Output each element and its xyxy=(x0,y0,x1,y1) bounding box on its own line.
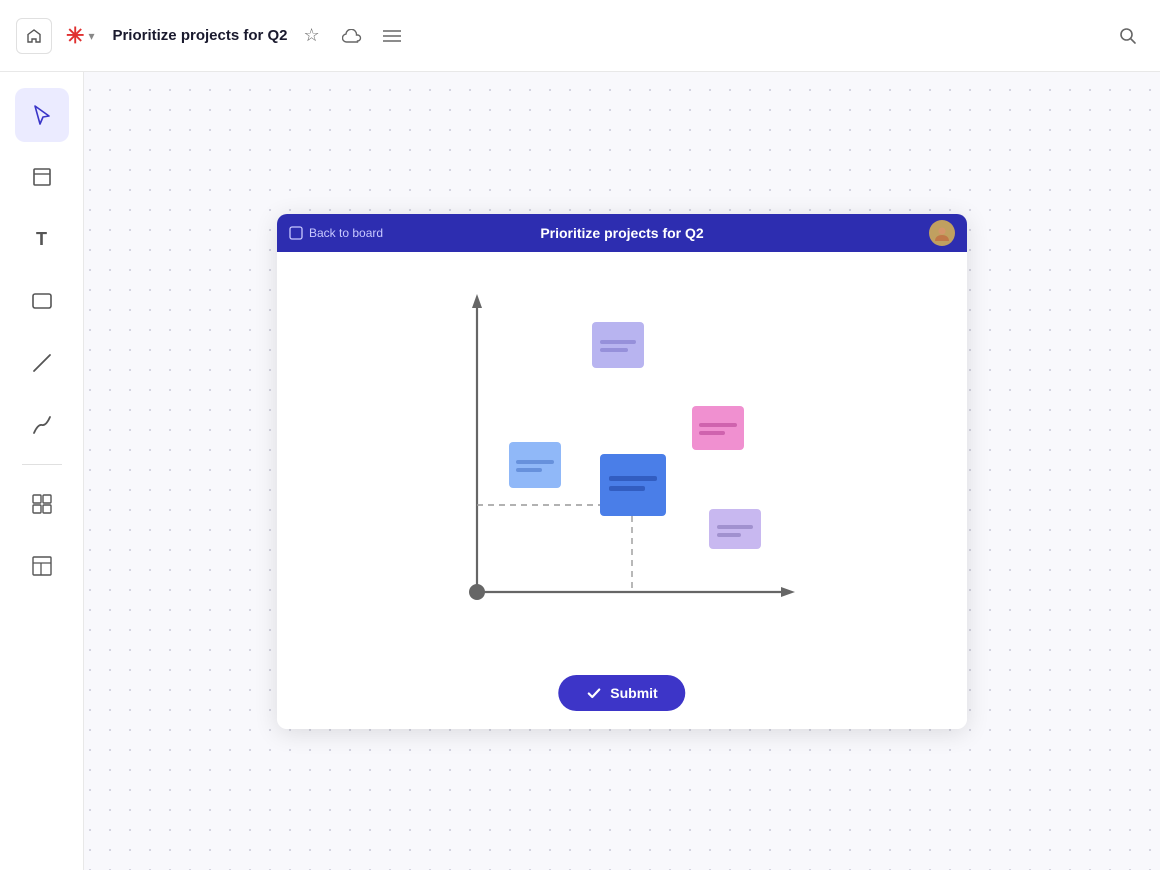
sidebar: T xyxy=(0,72,84,870)
board-avatar xyxy=(929,220,955,246)
tool-line[interactable] xyxy=(15,336,69,390)
tool-pen[interactable] xyxy=(15,398,69,452)
tool-select[interactable] xyxy=(15,88,69,142)
page-title: Prioritize projects for Q2 xyxy=(112,27,287,44)
sidebar-divider xyxy=(22,464,62,465)
logo-chevron-icon: ▾ xyxy=(88,29,94,43)
board-header: Back to board Prioritize projects for Q2 xyxy=(277,214,967,252)
tool-layout[interactable] xyxy=(15,539,69,593)
home-button[interactable] xyxy=(16,18,52,54)
cloud-button[interactable] xyxy=(336,20,368,52)
tool-frame[interactable] xyxy=(15,150,69,204)
canvas-area: Back to board Prioritize projects for Q2 xyxy=(84,72,1160,870)
text-tool-icon: T xyxy=(36,229,47,250)
chart-svg xyxy=(277,252,967,729)
sticky-note-5[interactable] xyxy=(709,509,761,549)
logo-asterisk-icon: ✳ xyxy=(66,23,84,49)
menu-button[interactable] xyxy=(376,20,408,52)
tool-grid[interactable] xyxy=(15,477,69,531)
sticky-note-4[interactable] xyxy=(692,406,744,450)
submit-check-icon xyxy=(586,685,602,701)
board-title: Prioritize projects for Q2 xyxy=(540,225,703,241)
sticky-note-3[interactable] xyxy=(600,454,666,516)
back-to-board-button[interactable]: Back to board xyxy=(289,226,383,240)
tool-rectangle[interactable] xyxy=(15,274,69,328)
topbar: ✳ ▾ Prioritize projects for Q2 ☆ xyxy=(0,0,1160,72)
sticky-note-2[interactable] xyxy=(509,442,561,488)
back-to-board-label: Back to board xyxy=(309,226,383,240)
submit-button[interactable]: Submit xyxy=(558,675,685,711)
board-content: Submit xyxy=(277,252,967,729)
star-button[interactable]: ☆ xyxy=(296,20,328,52)
submit-label: Submit xyxy=(610,685,657,701)
tool-text[interactable]: T xyxy=(15,212,69,266)
main-layout: T xyxy=(0,72,1160,870)
board-frame: Back to board Prioritize projects for Q2 xyxy=(277,214,967,729)
search-button[interactable] xyxy=(1112,20,1144,52)
logo-button[interactable]: ✳ ▾ xyxy=(60,19,100,53)
sticky-note-1[interactable] xyxy=(592,322,644,368)
